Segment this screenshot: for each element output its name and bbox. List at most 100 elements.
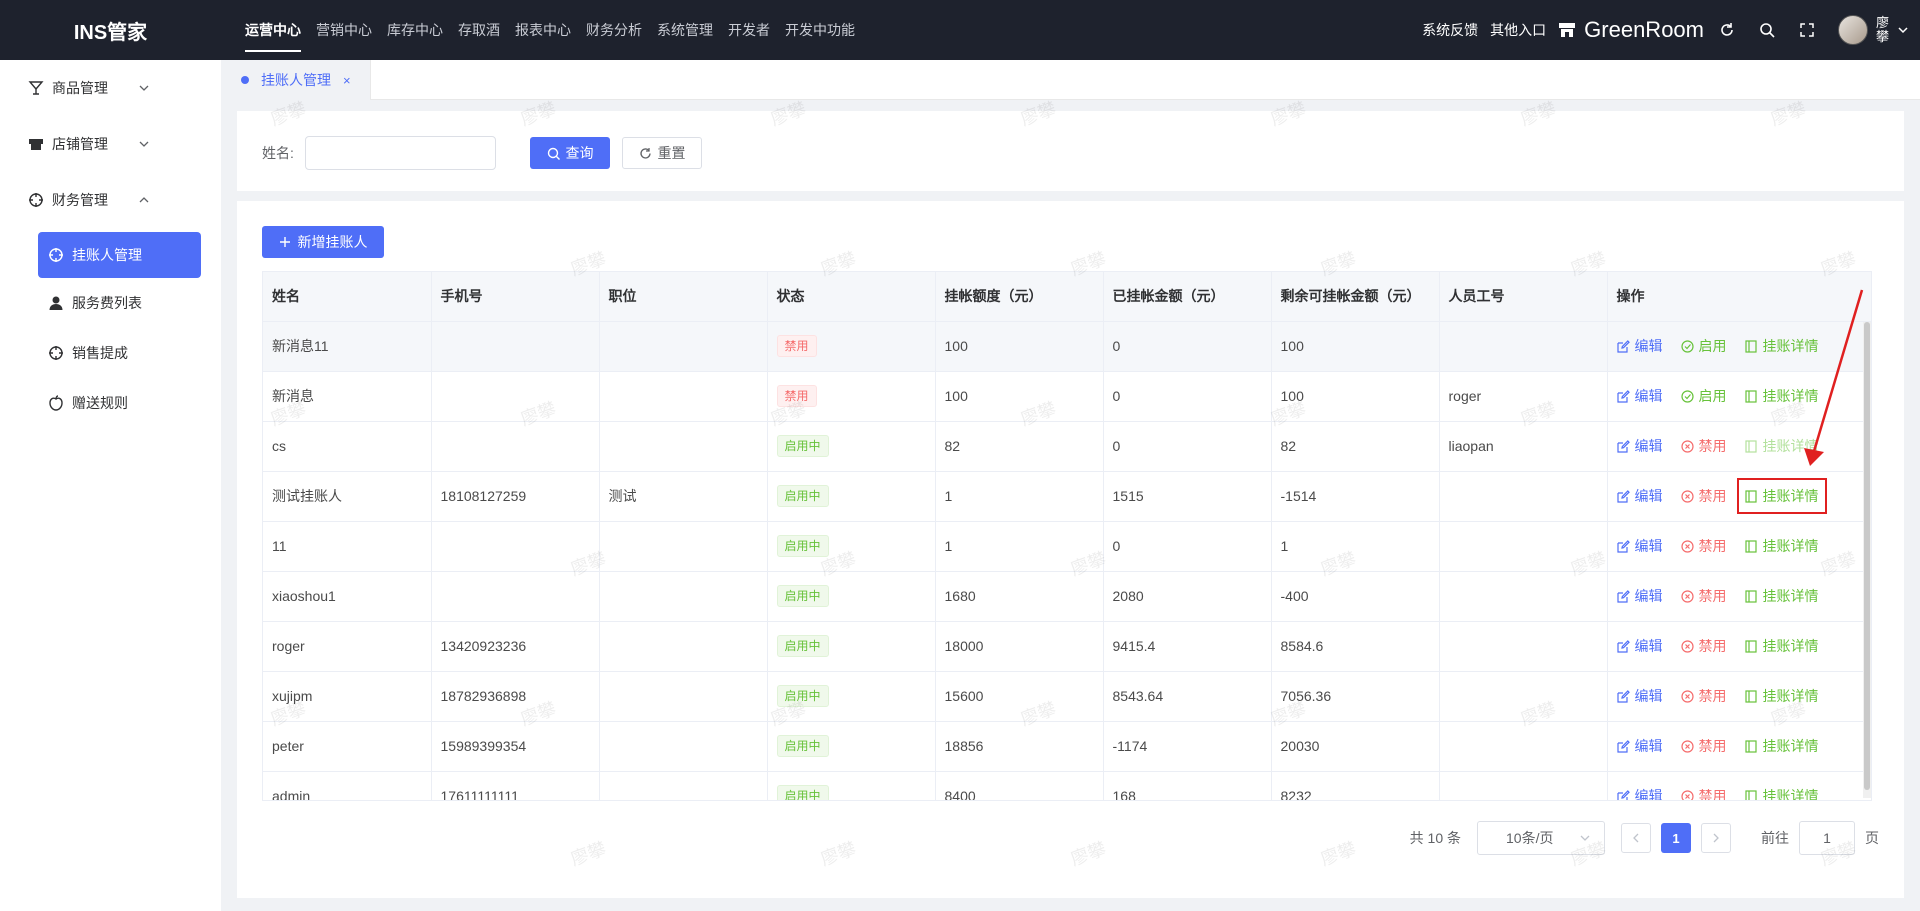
disable-button[interactable]: 禁用 <box>1680 736 1727 756</box>
query-button[interactable]: 查询 <box>530 137 610 169</box>
edit-button[interactable]: 编辑 <box>1616 436 1663 456</box>
search-icon[interactable] <box>1758 21 1776 39</box>
credit-detail-button[interactable]: 挂账详情 <box>1744 336 1819 356</box>
disable-button[interactable]: 禁用 <box>1680 686 1727 706</box>
toggle-label: 禁用 <box>1698 538 1727 554</box>
add-button-label: 新增挂账人 <box>297 234 368 250</box>
sidebar-group-products[interactable]: 商品管理 <box>0 60 221 116</box>
toggle-label: 禁用 <box>1698 688 1727 704</box>
disable-button[interactable]: 禁用 <box>1680 586 1727 606</box>
app-logo[interactable]: INS管家 <box>0 16 221 45</box>
top-nav-item-marketing[interactable]: 营销中心 <box>316 0 372 60</box>
cell-phone: 18782936898 <box>431 671 600 722</box>
credit-detail-button[interactable]: 挂账详情 <box>1744 686 1819 706</box>
top-nav-item-operations[interactable]: 运营中心 <box>245 0 301 60</box>
top-bar: INS管家 运营中心 营销中心 库存中心 存取酒 报表中心 财务分析 系统管理 … <box>0 0 1920 60</box>
check-circle-icon <box>1680 389 1694 403</box>
goto-page-input[interactable] <box>1799 821 1855 855</box>
sidebar-group-label: 财务管理 <box>52 192 108 208</box>
enable-button[interactable]: 启用 <box>1680 386 1727 406</box>
next-page-button[interactable] <box>1701 823 1731 853</box>
feedback-link[interactable]: 系统反馈 <box>1422 20 1478 40</box>
enable-button[interactable]: 启用 <box>1680 336 1727 356</box>
tab-credit-holders[interactable]: 挂账人管理 × <box>221 60 371 100</box>
disable-button[interactable]: 禁用 <box>1680 636 1727 656</box>
close-circle-icon <box>1680 539 1694 553</box>
credit-detail-button[interactable]: 挂账详情 <box>1744 786 1819 800</box>
name-search-input[interactable] <box>305 136 496 170</box>
edit-button[interactable]: 编辑 <box>1616 386 1663 406</box>
vertical-scrollbar[interactable] <box>1863 322 1871 798</box>
disable-button[interactable]: 禁用 <box>1680 436 1727 456</box>
credit-detail-button[interactable]: 挂账详情 <box>1744 436 1819 456</box>
cell-remain: 100 <box>1271 371 1440 422</box>
column-header: 已挂帐金额（元） <box>1103 272 1272 322</box>
add-credit-holder-button[interactable]: 新增挂账人 <box>262 226 384 258</box>
user-avatar[interactable] <box>1838 15 1868 45</box>
close-icon[interactable]: × <box>343 73 351 88</box>
detail-label: 挂账详情 <box>1762 388 1819 404</box>
sidebar-group-label: 商品管理 <box>52 80 108 96</box>
edit-icon <box>1616 589 1630 603</box>
sidebar-group-stores[interactable]: 店铺管理 <box>0 116 221 172</box>
credit-detail-button[interactable]: 挂账详情 <box>1736 478 1827 514</box>
store-switcher[interactable]: GreenRoom <box>1558 17 1704 43</box>
close-circle-icon <box>1680 689 1694 703</box>
close-circle-icon <box>1680 789 1694 800</box>
column-header: 状态 <box>767 272 936 322</box>
edit-button[interactable]: 编辑 <box>1616 586 1663 606</box>
credit-detail-button[interactable]: 挂账详情 <box>1744 536 1819 556</box>
column-header: 剩余可挂帐金额（元） <box>1271 272 1440 322</box>
top-nav-item-inventory[interactable]: 库存中心 <box>387 0 443 60</box>
edit-button[interactable]: 编辑 <box>1616 686 1663 706</box>
page-size-value: 10条/页 <box>1506 830 1554 846</box>
credit-detail-button[interactable]: 挂账详情 <box>1744 636 1819 656</box>
edit-button[interactable]: 编辑 <box>1616 536 1663 556</box>
store-icon <box>1559 23 1576 37</box>
credit-detail-button[interactable]: 挂账详情 <box>1744 736 1819 756</box>
disable-button[interactable]: 禁用 <box>1680 486 1727 506</box>
edit-button[interactable]: 编辑 <box>1616 736 1663 756</box>
edit-icon <box>1616 489 1630 503</box>
user-name[interactable]: 廖攀 <box>1876 16 1890 44</box>
top-nav-item-wine-storage[interactable]: 存取酒 <box>458 0 500 60</box>
top-nav-item-developer[interactable]: 开发者 <box>728 0 770 60</box>
scrollbar-thumb[interactable] <box>1864 322 1870 790</box>
sidebar-item-sales-commission[interactable]: 销售提成 <box>0 328 221 378</box>
other-entry-link[interactable]: 其他入口 <box>1490 20 1546 40</box>
top-nav-item-reports[interactable]: 报表中心 <box>515 0 571 60</box>
edit-label: 编辑 <box>1634 688 1663 704</box>
cell-name: admin <box>263 771 432 800</box>
top-nav-item-in-development[interactable]: 开发中功能 <box>785 0 855 60</box>
fullscreen-icon[interactable] <box>1798 21 1816 39</box>
sidebar-group-finance[interactable]: 财务管理 <box>0 172 221 228</box>
page-number-current[interactable]: 1 <box>1661 823 1691 853</box>
reset-button[interactable]: 重置 <box>622 137 702 169</box>
sidebar-item-service-fees[interactable]: 服务费列表 <box>0 278 221 328</box>
edit-button[interactable]: 编辑 <box>1616 336 1663 356</box>
column-header: 手机号 <box>431 272 600 322</box>
top-nav-item-finance-analysis[interactable]: 财务分析 <box>586 0 642 60</box>
disable-button[interactable]: 禁用 <box>1680 786 1727 800</box>
document-icon <box>1744 739 1758 753</box>
sidebar-item-gift-rules[interactable]: 赠送规则 <box>0 378 221 428</box>
sidebar-item-credit-holders[interactable]: 挂账人管理 <box>38 232 201 278</box>
status-badge: 启用中 <box>776 535 829 557</box>
edit-button[interactable]: 编辑 <box>1616 486 1663 506</box>
chevron-right-icon <box>1713 833 1719 843</box>
disable-button[interactable]: 禁用 <box>1680 536 1727 556</box>
cell-position <box>599 521 768 572</box>
top-nav-item-system[interactable]: 系统管理 <box>657 0 713 60</box>
edit-button[interactable]: 编辑 <box>1616 786 1663 800</box>
name-label: 姓名: <box>262 145 294 161</box>
pagination: 共 10 条 10条/页 1 前往 页 <box>1410 821 1879 855</box>
chevron-down-icon[interactable] <box>1898 25 1908 35</box>
refresh-icon[interactable] <box>1718 21 1736 39</box>
page-size-select[interactable]: 10条/页 <box>1477 821 1605 855</box>
credit-detail-button[interactable]: 挂账详情 <box>1744 586 1819 606</box>
prev-page-button[interactable] <box>1621 823 1651 853</box>
table-panel: 新增挂账人 姓名 手机号 职位 状态 挂帐额度（元） 已挂帐金额（元） 剩余可挂… <box>237 201 1904 898</box>
edit-button[interactable]: 编辑 <box>1616 636 1663 656</box>
cell-remain: 82 <box>1271 421 1440 472</box>
credit-detail-button[interactable]: 挂账详情 <box>1744 386 1819 406</box>
